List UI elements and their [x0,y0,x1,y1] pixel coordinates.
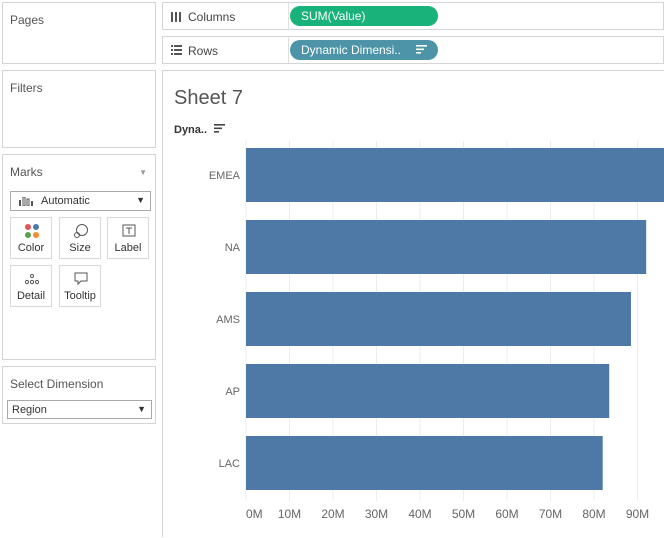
color-label: Color [17,242,45,254]
category-label[interactable]: EMEA [209,170,241,182]
tooltip-icon [74,272,88,286]
sort-icon [416,45,427,54]
pages-title: Pages [10,13,45,27]
category-label[interactable]: AP [225,386,240,398]
bar-ams[interactable] [246,292,631,346]
columns-icon [171,12,181,22]
rows-shelf[interactable]: Rows Dynamic Dimensi.. [162,36,664,64]
rows-label: Rows [188,44,219,58]
filters-title: Filters [10,81,43,95]
detail-icon [24,273,40,285]
sheet-view: Sheet 7 Dyna.. EMEA NA AMS AP LAC 0M 10M 20M 30M… [162,70,664,537]
label-icon [122,224,136,237]
parameter-title: Select Dimension [10,377,104,391]
bar-chart: EMEA NA AMS AP LAC 0M 10M 20M 30M 40M 50M 60M 70M 80M… [209,141,664,521]
bar-na[interactable] [246,220,647,274]
dynamic-dimension-pill-label: Dynamic Dimensi.. [301,43,402,57]
chevron-down-icon: ▼ [136,195,145,205]
x-tick-label: 0M [246,507,263,521]
bar-emea[interactable] [246,148,664,202]
mark-type-dropdown[interactable]: Automatic ▼ [10,191,151,211]
size-icon [74,224,88,238]
category-label[interactable]: AMS [216,314,240,326]
x-tick-label: 70M [539,507,562,521]
x-tick-label: 60M [495,507,518,521]
sum-value-pill[interactable]: SUM(Value) [290,6,438,26]
category-label[interactable]: LAC [219,458,240,470]
x-tick-label: 80M [582,507,605,521]
bar-lac[interactable] [246,436,603,490]
marks-card: Marks ▼ Automatic ▼ Color Size Label Det… [2,154,156,360]
pages-card[interactable]: Pages [2,2,156,64]
label-label: Label [114,242,142,254]
color-button[interactable]: Color [10,217,52,259]
marks-title: Marks [10,165,43,179]
detail-label: Detail [16,290,46,302]
x-tick-label: 30M [365,507,388,521]
x-tick-label: 20M [321,507,344,521]
mark-type-value: Automatic [41,195,90,207]
detail-button[interactable]: Detail [10,265,52,307]
bar-ap[interactable] [246,364,610,418]
dimension-select-value: Region [12,404,47,416]
color-icon [25,224,39,238]
x-tick-label: 40M [408,507,431,521]
parameter-card: Select Dimension Region ▼ [2,366,156,424]
filters-card[interactable]: Filters [2,70,156,148]
size-label: Size [69,242,91,254]
columns-label: Columns [188,10,236,24]
dimension-select[interactable]: Region ▼ [7,400,152,419]
x-tick-label: 90M [626,507,649,521]
x-tick-label: 50M [452,507,475,521]
tooltip-button[interactable]: Tooltip [59,265,101,307]
x-tick-label: 10M [278,507,301,521]
rows-icon [171,45,182,55]
columns-shelf[interactable]: Columns SUM(Value) [162,2,664,30]
label-button[interactable]: Label [107,217,149,259]
tooltip-label: Tooltip [64,290,96,302]
bar-chart-icon [19,197,33,206]
dynamic-dimension-pill[interactable]: Dynamic Dimensi.. [290,40,438,60]
category-label[interactable]: NA [225,242,241,254]
marks-menu-icon[interactable]: ▼ [139,168,147,177]
chevron-down-icon: ▼ [137,404,146,414]
size-button[interactable]: Size [59,217,101,259]
